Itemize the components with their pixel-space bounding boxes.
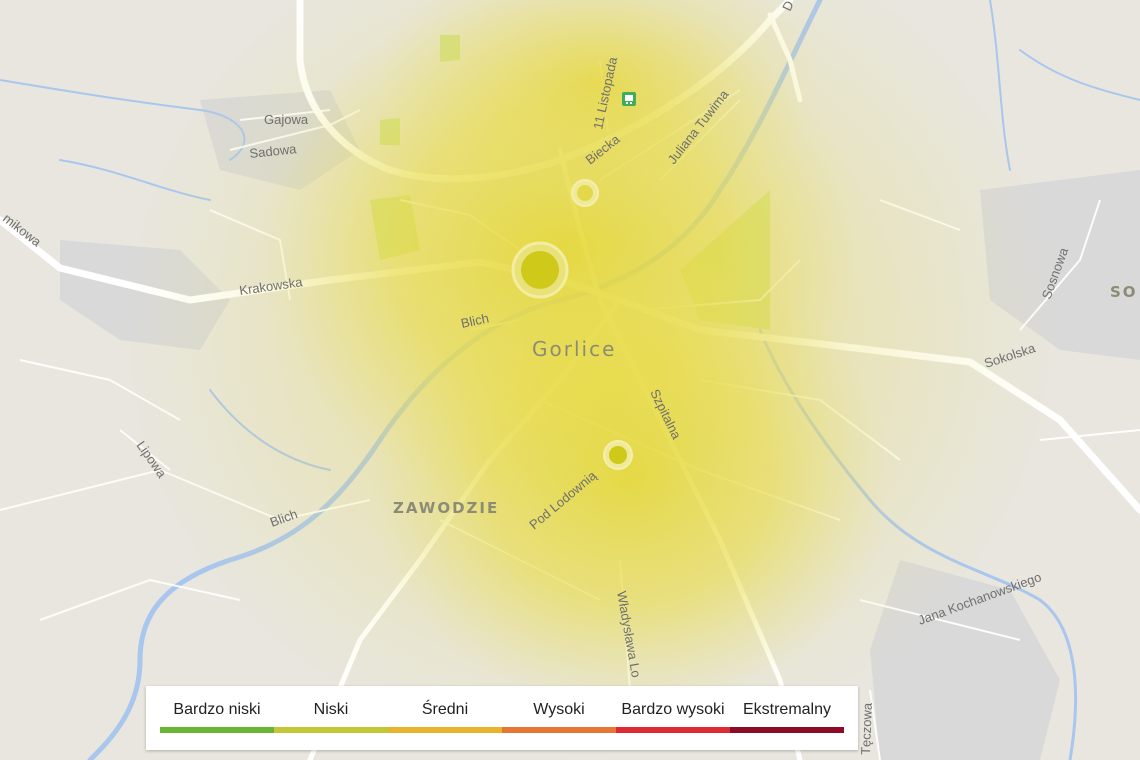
legend-label-ekstremalny: Ekstremalny [742, 701, 832, 718]
city-label: Gorlice [532, 337, 616, 361]
legend-swatch-niski [274, 727, 388, 733]
train-station-icon[interactable] [622, 92, 636, 106]
air-quality-map[interactable]: Gorlice ZAWODZIE SO D Krakowska Blich Bl… [0, 0, 1140, 760]
sensor-large[interactable] [511, 241, 569, 299]
sensor-south[interactable] [603, 440, 633, 470]
street-label-teczowa: Tęczowa [858, 702, 875, 755]
legend-label-niski: Niski [313, 701, 349, 718]
air-quality-legend: Bardzo niski Niski Średni Wysoki Bardzo … [146, 686, 858, 750]
legend-color-bar [160, 727, 844, 733]
street-label-gajowa: Gajowa [264, 112, 309, 127]
sensor-north[interactable] [571, 179, 599, 207]
legend-label-wysoki: Wysoki [533, 701, 585, 718]
legend-swatch-bardzo-wysoki [616, 727, 730, 733]
legend-swatch-wysoki [502, 727, 616, 733]
legend-label-bardzo-niski: Bardzo niski [173, 701, 261, 718]
district-label: ZAWODZIE [393, 499, 499, 517]
legend-label-bardzo-wysoki: Bardzo wysoki [621, 701, 725, 718]
legend-swatch-bardzo-niski [160, 727, 274, 733]
legend-swatch-ekstremalny [730, 727, 844, 733]
legend-swatch-sredni [388, 727, 502, 733]
partial-label-right: SO [1110, 283, 1138, 301]
legend-label-sredni: Średni [421, 701, 469, 718]
